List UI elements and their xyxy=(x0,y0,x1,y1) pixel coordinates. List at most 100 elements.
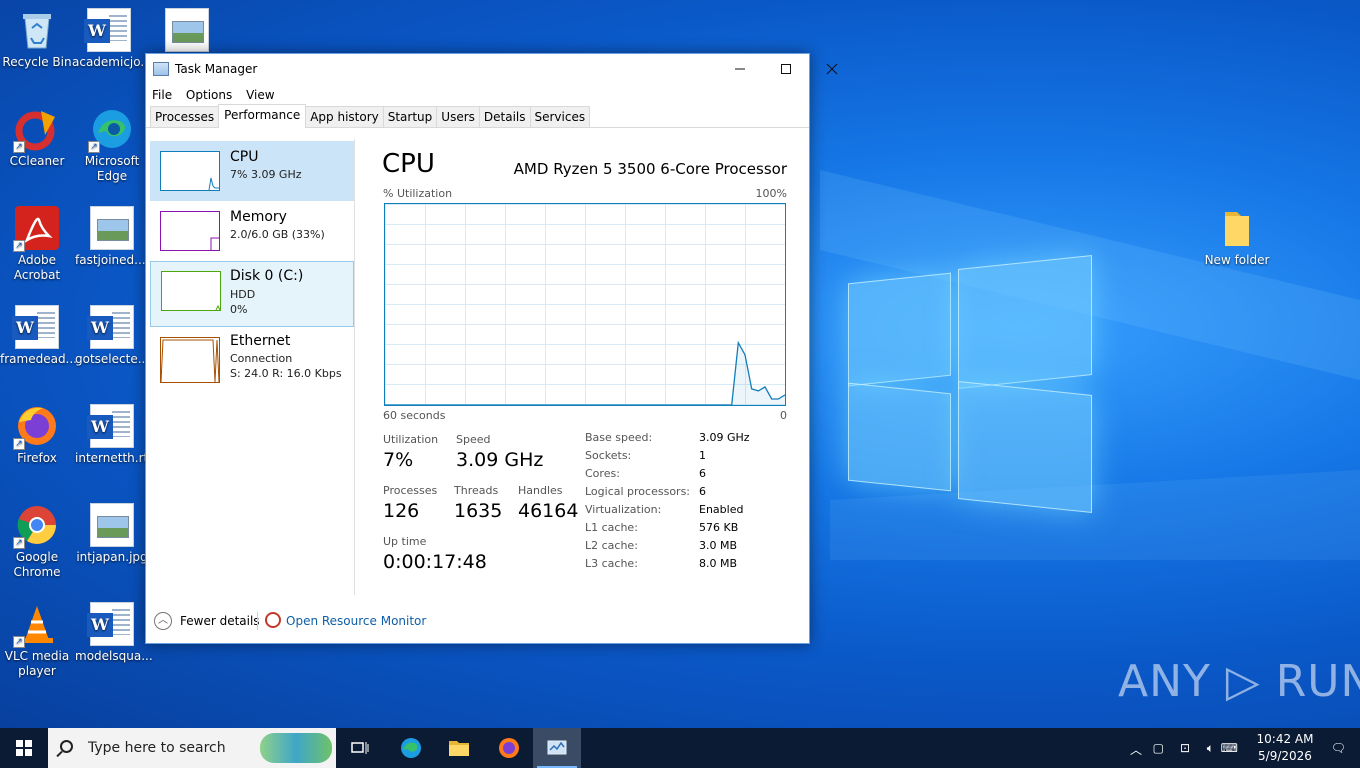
uptime-value: 0:00:17:48 xyxy=(383,551,487,573)
menu-view[interactable]: View xyxy=(246,84,274,106)
maximize-icon xyxy=(781,64,791,74)
spec-value: 576 KB xyxy=(699,521,739,534)
utilization-value: 7% xyxy=(383,449,414,471)
icon-label: New folder xyxy=(1204,253,1270,267)
folder-icon xyxy=(449,741,469,756)
spec-label: L1 cache: xyxy=(585,521,638,534)
detail-heading: CPU xyxy=(382,149,435,179)
search-box[interactable]: Type here to search xyxy=(48,728,336,768)
resource-detail-2: S: 24.0 R: 16.0 Kbps xyxy=(230,367,342,380)
desktop-icon-framedead[interactable]: W framedead... xyxy=(0,305,77,367)
clock[interactable]: 10:42 AM 5/9/2026 xyxy=(1250,731,1320,765)
desktop-icon-recycle-bin[interactable]: Recycle Bin xyxy=(0,8,74,70)
resource-detail: 2.0/6.0 GB (33%) xyxy=(230,228,325,241)
taskbar-task-manager[interactable] xyxy=(533,728,581,768)
resource-name: CPU xyxy=(230,149,259,165)
volume-icon[interactable]: 🔈︎ xyxy=(1207,741,1214,756)
word-document-icon: W xyxy=(87,305,134,349)
desktop-icon-intjapan[interactable]: intjapan.jpg xyxy=(75,503,149,565)
taskbar: Type here to search ︿ ▢ ⊡ 🔈︎ ⌨︎ 10:42 AM… xyxy=(0,728,1360,768)
desktop-icon-adobe-acrobat[interactable]: ↗ Adobe Acrobat xyxy=(0,206,74,283)
wallpaper-logo-pane xyxy=(848,382,951,492)
icon-label: internetth.rtf xyxy=(75,451,153,465)
image-file-icon xyxy=(90,206,134,250)
tab-details[interactable]: Details xyxy=(478,106,531,127)
desktop-icon-image[interactable] xyxy=(150,8,224,55)
resource-cpu[interactable]: CPU 7% 3.09 GHz xyxy=(150,141,354,201)
keyboard-input-icon[interactable]: ⌨︎ xyxy=(1221,741,1238,755)
fewer-details-button[interactable]: Fewer details xyxy=(180,614,260,628)
tab-performance[interactable]: Performance xyxy=(218,104,307,128)
minimize-icon xyxy=(735,68,745,70)
close-icon xyxy=(826,63,838,75)
tab-users[interactable]: Users xyxy=(436,106,480,127)
open-resource-monitor-link[interactable]: Open Resource Monitor xyxy=(286,614,426,628)
icon-label: Recycle Bin xyxy=(2,55,72,69)
taskbar-edge[interactable] xyxy=(387,728,435,768)
tab-startup[interactable]: Startup xyxy=(382,106,438,127)
recycle-bin-icon xyxy=(15,8,59,52)
tab-processes[interactable]: Processes xyxy=(150,106,220,127)
threads-label: Threads xyxy=(454,484,499,497)
desktop-icon-internetth[interactable]: W internetth.rtf xyxy=(75,404,153,466)
menu-options[interactable]: Options xyxy=(186,84,232,106)
processes-value: 126 xyxy=(383,500,420,522)
processes-label: Processes xyxy=(383,484,438,497)
edge-icon xyxy=(401,738,421,758)
desktop-icon-firefox[interactable]: ↗ Firefox xyxy=(0,404,74,466)
search-icon xyxy=(60,740,73,753)
resource-ethernet[interactable]: Ethernet Connection S: 24.0 R: 16.0 Kbps xyxy=(150,329,354,395)
spec-value: 6 xyxy=(699,467,706,480)
shortcut-arrow-icon: ↗ xyxy=(13,438,25,450)
start-button[interactable] xyxy=(0,728,48,768)
clock-date: 5/9/2026 xyxy=(1258,749,1312,763)
tray-app-icon[interactable]: ▢ xyxy=(1153,741,1164,755)
anyrun-watermark: ANY ▷ RUN xyxy=(1118,656,1360,707)
resource-detail-2: 0% xyxy=(230,303,248,316)
time-axis-label: 60 seconds xyxy=(383,409,446,422)
desktop-icon-modelsqua[interactable]: W modelsqua... xyxy=(75,602,153,664)
cpu-utilization-graph xyxy=(384,203,786,406)
resource-name: Ethernet xyxy=(230,333,291,349)
resource-disk[interactable]: Disk 0 (C:) HDD 0% xyxy=(150,261,354,327)
desktop-icon-academicjo[interactable]: W academicjo... xyxy=(72,8,152,70)
image-file-icon xyxy=(165,8,209,52)
network-icon[interactable]: ⊡ xyxy=(1180,741,1190,755)
icon-label: academicjo... xyxy=(72,55,152,69)
word-document-icon: W xyxy=(87,602,134,646)
desktop-icon-ccleaner[interactable]: ↗ CCleaner xyxy=(0,107,74,169)
desktop-icon-gotselecte[interactable]: W gotselecte... xyxy=(75,305,149,367)
resource-memory[interactable]: Memory 2.0/6.0 GB (33%) xyxy=(150,201,354,261)
spec-value: 6 xyxy=(699,485,706,498)
icon-label: framedead... xyxy=(0,352,77,366)
task-manager-window[interactable]: Task Manager File Options View Processes… xyxy=(145,53,838,644)
desktop-icon-fastjoined[interactable]: fastjoined.... xyxy=(75,206,149,268)
tab-services[interactable]: Services xyxy=(529,106,591,127)
image-file-icon xyxy=(90,503,134,547)
speed-label: Speed xyxy=(456,433,491,446)
maximize-button[interactable] xyxy=(763,54,809,84)
menu-file[interactable]: File xyxy=(152,84,172,106)
title-bar[interactable]: Task Manager xyxy=(146,54,838,84)
taskbar-firefox[interactable] xyxy=(485,728,533,768)
icon-label: Google Chrome xyxy=(13,550,61,579)
desktop-icon-new-folder[interactable]: New folder xyxy=(1200,206,1274,268)
cpu-graph-line xyxy=(385,340,785,405)
spec-value: 8.0 MB xyxy=(699,557,738,570)
task-view-button[interactable] xyxy=(336,728,384,768)
chevron-up-icon[interactable]: ︿ xyxy=(154,612,172,630)
desktop-icon-chrome[interactable]: ↗ Google Chrome xyxy=(0,503,74,580)
desktop-icon-vlc[interactable]: ↗ VLC media player xyxy=(0,602,74,679)
spec-label: L3 cache: xyxy=(585,557,638,570)
wallpaper-logo-pane xyxy=(958,380,1092,514)
minimize-button[interactable] xyxy=(717,54,763,84)
icon-label: fastjoined.... xyxy=(75,253,150,267)
close-button[interactable] xyxy=(809,54,855,84)
chevron-up-icon[interactable]: ︿ xyxy=(1130,741,1142,758)
taskbar-file-explorer[interactable] xyxy=(435,728,483,768)
icon-label: VLC media player xyxy=(4,649,70,678)
cpu-graph-svg xyxy=(385,340,785,405)
notifications-icon[interactable]: 🗨︎ xyxy=(1331,741,1346,755)
desktop-icon-edge[interactable]: ↗ Microsoft Edge xyxy=(75,107,149,184)
tab-app-history[interactable]: App history xyxy=(305,106,384,127)
